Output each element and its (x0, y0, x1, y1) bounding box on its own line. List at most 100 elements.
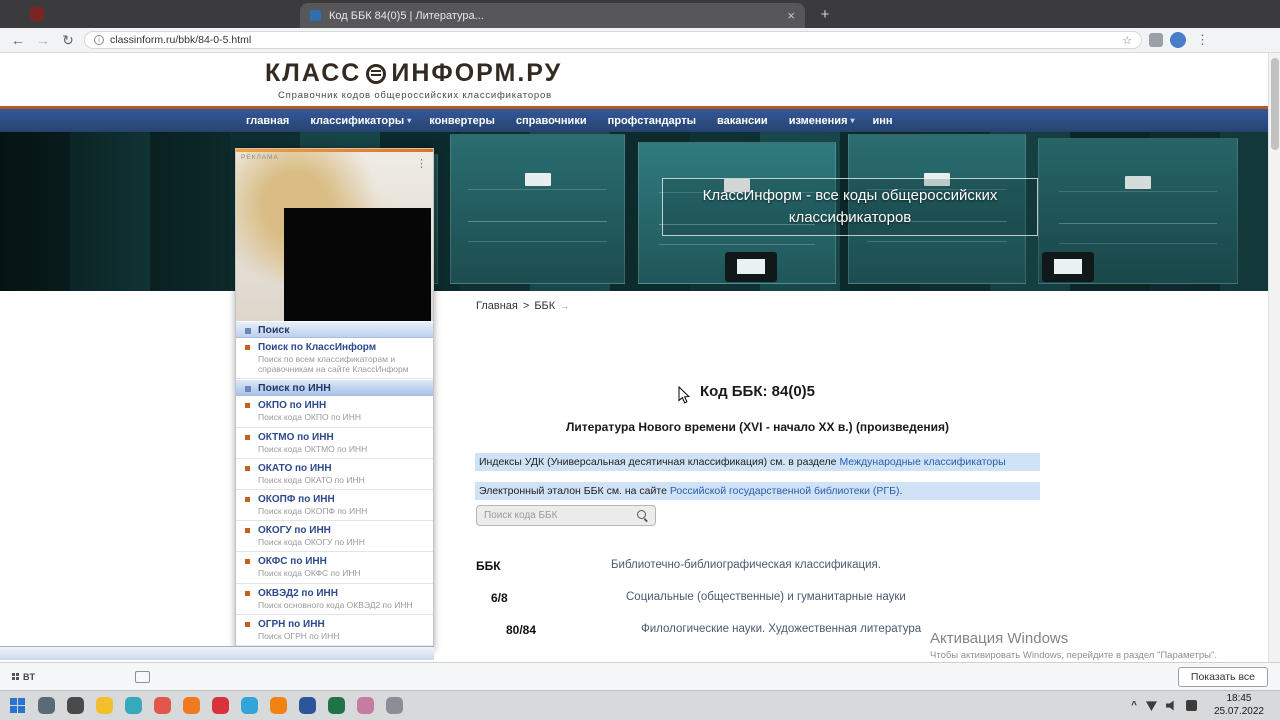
volume-icon[interactable] (1165, 700, 1174, 711)
start-button[interactable] (4, 692, 31, 720)
bt-widget-label: BT (23, 671, 35, 682)
tab-close-icon[interactable]: × (787, 9, 795, 22)
site-header: КЛАСС ИНФОРМ.РУ Справочник кодов общерос… (0, 53, 1268, 106)
bt-widget[interactable]: BT (12, 672, 35, 682)
drawer-label-shape (725, 252, 777, 282)
chevron-down-icon: ▾ (407, 116, 412, 125)
taskbar-clock[interactable]: 18:45 25.07.2022 (1206, 693, 1272, 718)
info-bar: BT Показать все (0, 662, 1280, 690)
sidebar-inn-item[interactable]: ОКФС по ИНН Поиск кода ОКФС по ИНН (236, 552, 433, 584)
breadcrumb-separator: > (522, 300, 530, 312)
ad-menu-icon[interactable]: ⋮ (416, 157, 427, 170)
vlc-player-icon[interactable] (265, 692, 292, 720)
advertisement-banner[interactable]: РЕКЛАМА ⋮ (236, 149, 433, 321)
breadcrumb-current-link[interactable]: ББК (534, 300, 555, 312)
tab-favicon-icon (310, 10, 321, 21)
url-text: classinform.ru/bbk/84-0-5.html (110, 34, 252, 46)
ad-label: РЕКЛАМА (241, 154, 279, 161)
site-nav: главная классификаторы ▾ конвертеры справ… (0, 106, 1268, 132)
bbk-search-field[interactable] (476, 505, 656, 526)
firefox-browser-icon[interactable] (178, 692, 205, 720)
edge-browser-icon[interactable] (120, 692, 147, 720)
nav-item[interactable]: изменения ▾ (780, 115, 864, 127)
sidebar-inn-item[interactable]: ОКОГУ по ИНН Поиск кода ОКОГУ по ИНН (236, 521, 433, 553)
forward-icon[interactable]: → (34, 33, 52, 47)
clock-date: 25.07.2022 (1213, 705, 1264, 717)
sidebar-inn-item[interactable]: ОКОПФ по ИНН Поиск кода ОКОПФ по ИНН (236, 490, 433, 522)
browser-tab-bar: Код ББК 84(0)5 | Литература... × + (0, 0, 1280, 28)
new-tab-button[interactable]: + (815, 5, 835, 25)
nav-item[interactable]: конвертеры (420, 115, 507, 127)
note-link[interactable]: Российской государственной библиотеки (Р… (670, 485, 900, 497)
sidebar-search-header: Поиск (236, 321, 433, 338)
word-icon[interactable] (294, 692, 321, 720)
chrome-browser-icon[interactable] (149, 692, 176, 720)
web-page: КЛАСС ИНФОРМ.РУ Справочник кодов общерос… (0, 53, 1268, 662)
ad-redacted-block (284, 208, 431, 321)
scrollbar-thumb[interactable] (1271, 58, 1279, 150)
browser-toolbar: ← → ↻ i classinform.ru/bbk/84-0-5.html ☆… (0, 28, 1280, 53)
sidebar-inn-item[interactable]: ОГРН по ИНН Поиск ОГРН по ИНН (236, 615, 433, 646)
excel-icon[interactable] (323, 692, 350, 720)
bbk-code: 80/84 (506, 623, 537, 637)
breadcrumb: Главная > ББК → (476, 300, 569, 312)
system-tray: ^ 18:45 25.07.2022 (1131, 693, 1276, 718)
network-icon[interactable] (1145, 701, 1157, 711)
extensions-icon[interactable] (1149, 33, 1163, 47)
search-icon[interactable] (637, 510, 648, 521)
bbk-description-link[interactable]: Филологические науки. Художественная лит… (641, 623, 921, 649)
battery-icon[interactable] (1185, 700, 1197, 711)
site-info-icon[interactable]: i (94, 35, 104, 45)
address-bar[interactable]: i classinform.ru/bbk/84-0-5.html ☆ (84, 31, 1142, 49)
site-logo[interactable]: КЛАСС ИНФОРМ.РУ (265, 59, 562, 88)
windows-activation-watermark: Активация Windows Чтобы активировать Win… (930, 630, 1230, 661)
drawer-label-shape (1042, 252, 1094, 282)
browser-tab[interactable]: Код ББК 84(0)5 | Литература... × (300, 3, 805, 28)
note-link[interactable]: Международные классификаторы (839, 456, 1005, 468)
logo-archive-icon (366, 63, 387, 84)
nav-item[interactable]: инн (864, 115, 905, 127)
page-scrollbar (1268, 53, 1280, 662)
profile-avatar[interactable] (1170, 32, 1186, 48)
reload-icon[interactable]: ↻ (59, 33, 77, 47)
sidebar-search-item[interactable]: Поиск по КлассИнформ Поиск по всем класс… (236, 338, 433, 380)
sidebar-inn-item[interactable]: ОКВЭД2 по ИНН Поиск основного кода ОКВЭД… (236, 584, 433, 615)
info-note: Электронный эталон ББК см. на сайте Росс… (475, 482, 1040, 501)
hero-title: КлассИнформ - все коды общероссийских кл… (662, 178, 1038, 236)
bbk-search-input[interactable] (484, 510, 631, 521)
nav-item[interactable]: классификаторы ▾ (301, 115, 420, 127)
nav-item[interactable]: профстандарты (599, 115, 708, 127)
bbk-description-link[interactable]: Социальные (общественные) и гуманитарные… (626, 591, 906, 617)
show-all-button[interactable]: Показать все (1177, 666, 1268, 687)
bbk-code: ББК (476, 559, 501, 573)
sidebar: РЕКЛАМА ⋮ Поиск Поиск по КлассИнформ Пои… (235, 148, 434, 651)
search-icon[interactable] (33, 692, 60, 720)
pinned-tab-icon[interactable] (30, 7, 44, 21)
ad-accent-bar (236, 149, 433, 152)
table-row: 6/8 Социальные (общественные) и гуманита… (476, 585, 1040, 617)
opera-browser-icon[interactable] (207, 692, 234, 720)
telegram-icon[interactable] (236, 692, 263, 720)
page-title: Код ББК: 84(0)5 (699, 383, 816, 400)
back-icon[interactable]: ← (9, 33, 27, 47)
nav-item[interactable]: справочники (507, 115, 599, 127)
sidebar-inn-item[interactable]: ОКПО по ИНН Поиск кода ОКПО по ИНН (236, 396, 433, 428)
nav-item[interactable]: главная (237, 115, 301, 127)
sidebar-inn-item[interactable]: ОКАТО по ИНН Поиск кода ОКАТО по ИНН (236, 459, 433, 490)
nav-item[interactable]: вакансии (708, 115, 780, 127)
sidebar-inn-item[interactable]: ОКТМО по ИНН Поиск кода ОКТМО по ИНН (236, 428, 433, 459)
chevron-down-icon: ▾ (850, 116, 855, 125)
settings-icon[interactable] (381, 692, 408, 720)
file-explorer-icon[interactable] (91, 692, 118, 720)
breadcrumb-home-link[interactable]: Главная (476, 300, 518, 312)
tray-chevron-icon[interactable]: ^ (1131, 700, 1137, 711)
bbk-description-link[interactable]: Библиотечно-библиографическая классифика… (611, 559, 881, 585)
browser-menu-icon[interactable]: ⋮ (1193, 32, 1212, 48)
task-view-icon[interactable] (62, 692, 89, 720)
activation-subtitle: Чтобы активировать Windows, перейдите в … (930, 650, 1217, 661)
logo-text-second: ИНФОРМ.РУ (391, 59, 563, 87)
bookmark-star-icon[interactable]: ☆ (1122, 34, 1132, 47)
info-notes: Индексы УДК (Универсальная десятичная кл… (475, 453, 1040, 501)
app-window-icon[interactable] (135, 670, 150, 683)
paint-icon[interactable] (352, 692, 379, 720)
